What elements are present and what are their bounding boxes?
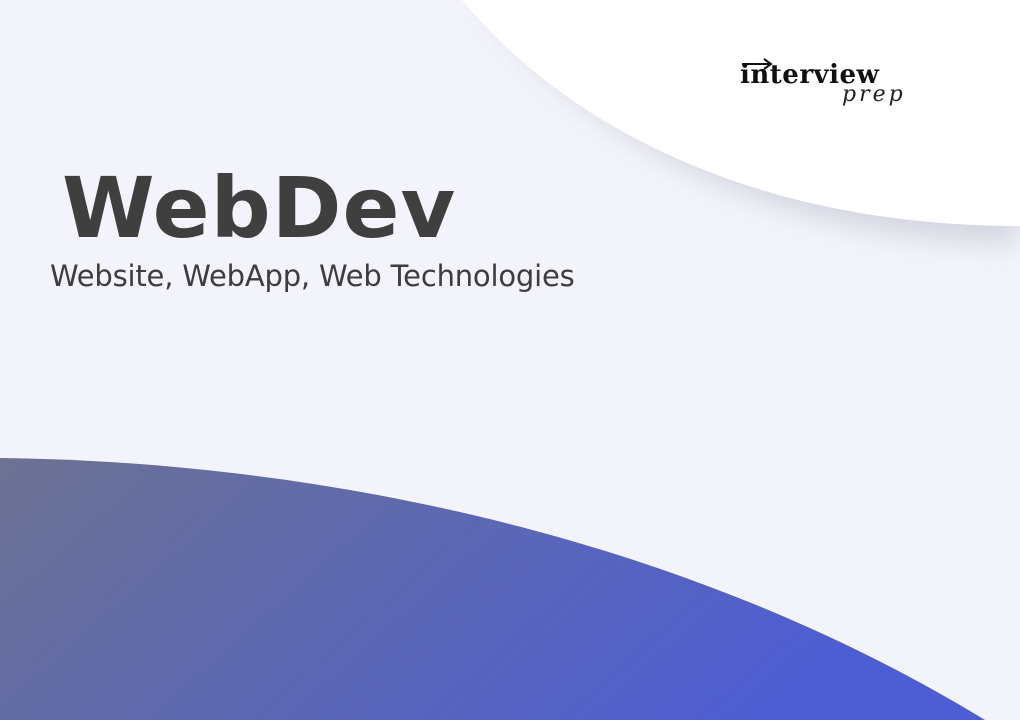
page-subtitle: Website, WebApp, Web Technologies: [50, 259, 575, 293]
logo-subword: prep: [842, 82, 906, 107]
bottom-wave: [0, 458, 985, 720]
page-title: WebDev: [62, 159, 457, 257]
interview-prep-logo: interview prep: [736, 58, 920, 122]
